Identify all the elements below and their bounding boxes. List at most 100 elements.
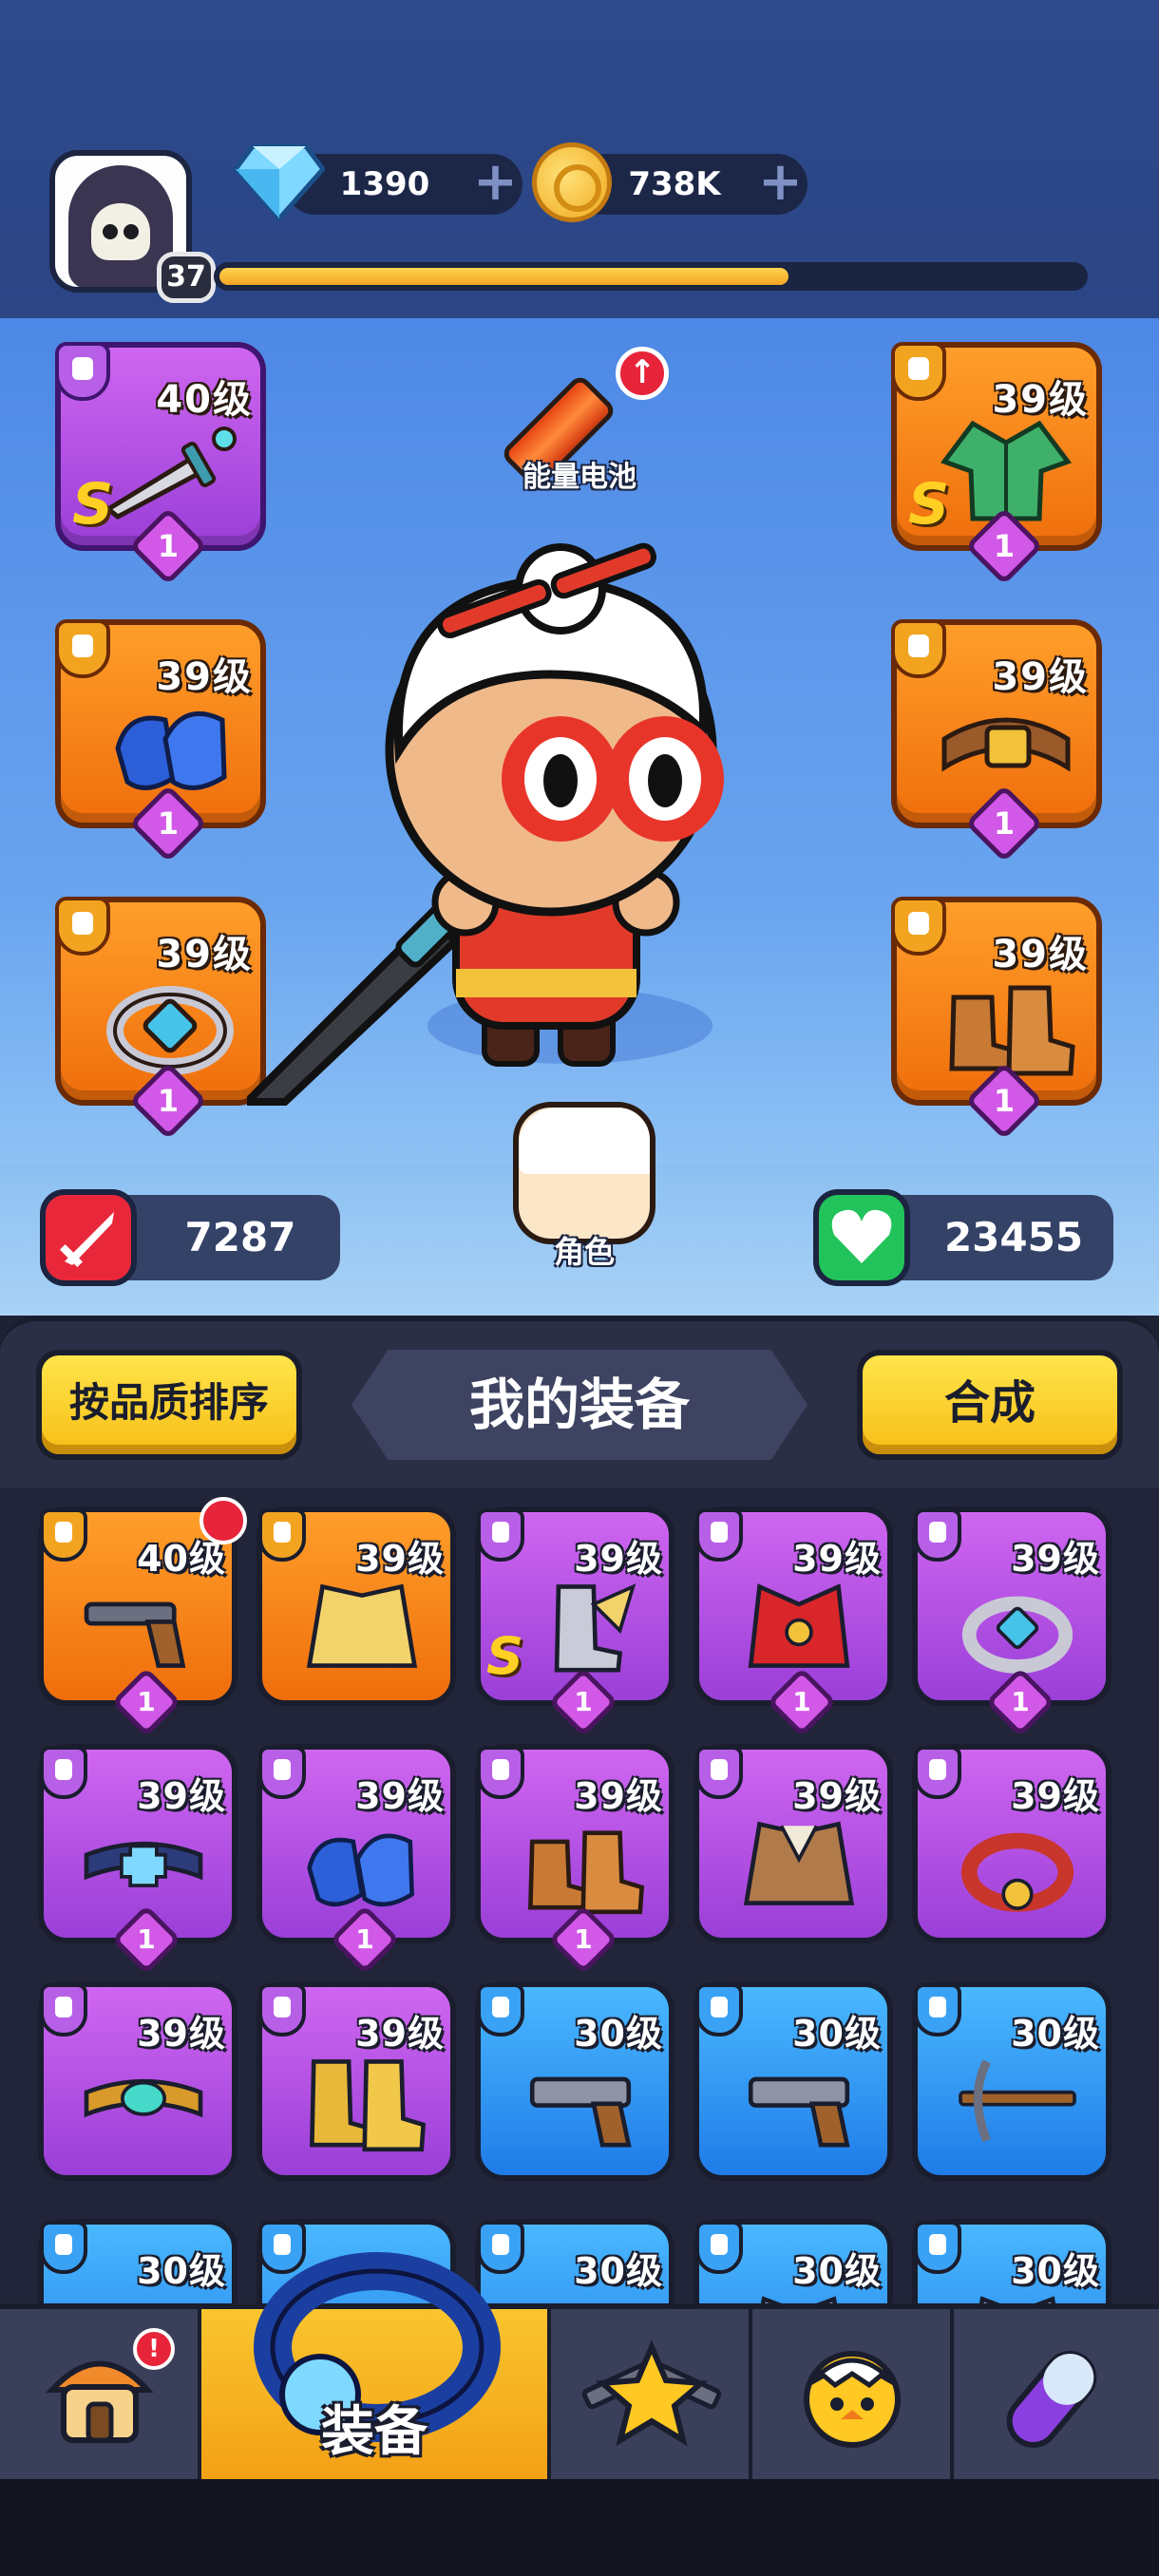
attack-stat: 7287 — [40, 1189, 340, 1286]
item-level: 39级 — [137, 2013, 226, 2055]
energy-battery[interactable]: ↑ 能量电池 — [499, 347, 669, 499]
skull-icon — [91, 203, 150, 260]
equip-slot-belt[interactable]: 39级 1 — [891, 619, 1102, 863]
slot-level: 39级 — [992, 378, 1089, 422]
nav-tab-pets[interactable] — [752, 2309, 954, 2479]
slot-level: 40级 — [156, 378, 253, 422]
system-bar — [0, 2479, 1159, 2576]
gem-belt-icon — [84, 2078, 203, 2118]
boots-type-icon — [891, 897, 946, 956]
item-level: 30级 — [1011, 2013, 1100, 2055]
item-type-icon — [695, 1983, 743, 2036]
nav-tab-equipment-label: 装备 — [321, 2401, 428, 2463]
inventory-item[interactable]: 39级 — [694, 1744, 893, 1943]
item-level: 39级 — [355, 1538, 445, 1580]
nav-tab-skills[interactable] — [954, 2309, 1159, 2479]
inventory-item[interactable]: 39级 — [38, 1981, 238, 2181]
item-level: 39级 — [355, 2013, 445, 2055]
item-type-icon — [914, 1983, 961, 2036]
count-value: 1 — [993, 528, 1016, 564]
role-button[interactable]: 角色 — [513, 1092, 656, 1273]
inventory-item[interactable]: 30级 — [912, 1981, 1112, 2181]
item-level: 39级 — [1011, 1775, 1100, 1817]
inventory-item[interactable]: 39级 — [256, 1981, 456, 2181]
rarity-label: S — [908, 471, 950, 538]
ring-type-icon — [55, 897, 110, 956]
inventory-item[interactable]: 30级 — [475, 1981, 674, 2181]
inventory-item[interactable]: 39级 1 — [912, 1506, 1112, 1737]
new-upgrade-badge — [200, 1497, 247, 1544]
item-type-icon — [477, 1508, 524, 1562]
inventory-item[interactable]: 39级 1 — [256, 1744, 456, 1975]
inventory-item[interactable]: 30级 — [912, 2219, 1112, 2303]
item-type-icon — [40, 1508, 87, 1562]
equip-slot-boots[interactable]: 39级 1 — [891, 897, 1102, 1141]
diamond-icon — [234, 143, 325, 222]
add-coins-button[interactable]: + — [758, 156, 803, 209]
item-type-icon — [695, 1508, 743, 1562]
hero-character — [247, 542, 724, 1106]
inventory-item[interactable]: 39级 — [256, 1506, 456, 1706]
inventory-item[interactable]: 39级 1 — [694, 1506, 893, 1737]
inventory-item[interactable]: 30级 — [38, 2219, 238, 2303]
gold-boots-icon — [310, 2059, 427, 2152]
inventory-item[interactable]: 39级 1 — [475, 1744, 674, 1975]
nav-tab-shop[interactable]: ! — [0, 2309, 201, 2479]
merge-button[interactable]: 合成 — [857, 1350, 1123, 1460]
equip-slot-armor[interactable]: 39级 S 1 — [891, 342, 1102, 586]
inventory-grid: 40级 1 39级 39级 S 1 39级 1 39级 1 39级 1 39级 1 39级 1 39级 39级 39… — [0, 1487, 1159, 2303]
gloves-type-icon — [55, 619, 110, 678]
item-type-icon — [477, 1983, 524, 2036]
sort-by-quality-button[interactable]: 按品质排序 — [36, 1350, 302, 1460]
count-value: 1 — [157, 805, 180, 842]
item-level: 30级 — [792, 2013, 882, 2055]
slot-level: 39级 — [992, 933, 1089, 976]
gloves-icon — [307, 1833, 414, 1907]
item-type-icon — [258, 1508, 306, 1562]
inventory-item[interactable]: 30级 — [694, 2219, 893, 2303]
star-guns-icon — [581, 2339, 722, 2447]
role-label: 角色 — [553, 1234, 615, 1270]
count-value: 1 — [1011, 1686, 1030, 1717]
pistol-icon — [529, 2076, 632, 2148]
item-type-icon — [914, 2221, 961, 2274]
armor-type-icon — [891, 342, 946, 401]
cross-belt-icon — [84, 1841, 203, 1887]
count-value: 1 — [137, 1686, 156, 1717]
winged-boot-icon — [554, 1583, 636, 1673]
player-level-badge: 37 — [157, 252, 216, 303]
count-value: 1 — [137, 1923, 156, 1955]
upgrade-arrow-icon: ↑ — [616, 347, 669, 400]
item-level: 30级 — [792, 2250, 882, 2292]
item-level: 30级 — [574, 2250, 663, 2292]
nav-tab-battle[interactable] — [551, 2309, 752, 2479]
boots-icon — [528, 1830, 645, 1915]
inventory-item[interactable]: 39级 1 — [38, 1744, 238, 1975]
item-type-icon — [695, 1746, 743, 1799]
inventory-item[interactable]: 39级 S 1 — [475, 1506, 674, 1737]
coins-value: 738K — [628, 165, 721, 203]
item-type-icon — [914, 1746, 961, 1799]
ring-icon — [961, 1596, 1074, 1674]
nav-tab-equipment[interactable]: 装备 — [201, 2252, 551, 2479]
count-value: 1 — [157, 528, 180, 564]
inventory-item[interactable]: 30级 — [475, 2219, 674, 2303]
equip-slot-ring[interactable]: 39级 1 — [55, 897, 266, 1141]
attack-value: 7287 — [184, 1214, 296, 1260]
inventory-item[interactable]: 39级 — [912, 1744, 1112, 1943]
equip-slot-gloves[interactable]: 39级 1 — [55, 619, 266, 863]
pistol-icon — [748, 2076, 850, 2148]
count-value: 1 — [792, 1686, 811, 1717]
count-value: 1 — [574, 1923, 593, 1955]
jacket-icon — [743, 1821, 855, 1905]
item-level: 39级 — [574, 1538, 663, 1580]
slot-level: 39级 — [992, 655, 1089, 699]
rarity-label: S — [72, 471, 114, 538]
item-level: 39级 — [1011, 1538, 1100, 1580]
inventory-item[interactable]: 30级 — [694, 1981, 893, 2181]
item-type-icon — [40, 1746, 87, 1799]
inventory-item[interactable]: 40级 1 — [38, 1497, 247, 1737]
item-level: 39级 — [792, 1538, 882, 1580]
add-gems-button[interactable]: + — [473, 156, 518, 209]
equip-slot-weapon[interactable]: 40级 S 1 — [55, 342, 266, 586]
